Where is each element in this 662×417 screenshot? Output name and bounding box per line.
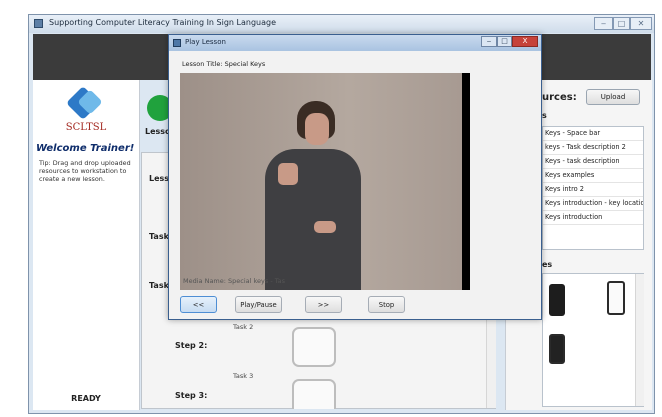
resources-title: urces: xyxy=(542,92,577,103)
step-2-label: Step 2: xyxy=(175,341,208,350)
lesson-list-item[interactable]: Keys intro 2 xyxy=(543,183,643,197)
dialog-maximize-button[interactable]: □ xyxy=(497,36,512,47)
lessons-section-label: s xyxy=(542,111,547,120)
media-name-caption: Media Name: Special keys - Tas xyxy=(183,277,286,285)
task-2-caption: Task 2 xyxy=(233,323,254,331)
step-2-drop-slot[interactable] xyxy=(292,327,336,367)
window-titlebar[interactable]: Supporting Computer Literacy Training In… xyxy=(29,15,654,33)
app-icon xyxy=(34,19,43,28)
devices-section-label: es xyxy=(542,260,553,269)
task-3-caption: Task 3 xyxy=(233,372,254,380)
video-frame xyxy=(180,73,462,290)
dialog-close-button[interactable]: X xyxy=(512,36,538,47)
dialog-minimize-button[interactable]: ‒ xyxy=(481,36,497,47)
task-label-2: Task xyxy=(149,281,169,290)
dialog-title: Play Lesson xyxy=(185,38,226,46)
dialog-titlebar[interactable]: Play Lesson ‒ □ X xyxy=(169,35,541,51)
video-player[interactable]: Media Name: Special keys - Tas xyxy=(180,73,470,290)
window-title: Supporting Computer Literacy Training In… xyxy=(49,18,277,27)
stop-button[interactable]: Stop xyxy=(368,296,405,313)
status-text: READY xyxy=(71,394,101,403)
minimize-button[interactable]: ‒ xyxy=(594,17,613,30)
lesson-list-item[interactable]: Keys - task description xyxy=(543,155,643,169)
logo-icon xyxy=(66,86,105,123)
forward-button[interactable]: >> xyxy=(305,296,342,313)
logo-text: SCLTSL xyxy=(65,122,107,133)
upload-button[interactable]: Upload xyxy=(586,89,640,105)
lesson-list-item[interactable]: Keys introduction - key location xyxy=(543,197,643,211)
sidebar: SCLTSL Welcome Trainer! Tip: Drag and dr… xyxy=(33,80,140,410)
step-3-label: Step 3: xyxy=(175,391,208,400)
device-phone-video[interactable] xyxy=(549,334,565,364)
lesson-list-item[interactable]: Keys examples xyxy=(543,169,643,183)
device-panel xyxy=(542,273,644,407)
close-button[interactable]: ✕ xyxy=(630,17,652,30)
lesson-list-item[interactable]: keys - Task description 2 xyxy=(543,141,643,155)
play-lesson-dialog: Play Lesson ‒ □ X Lesson Title: Special … xyxy=(168,34,542,320)
lesson-title: Lesson Title: Special Keys xyxy=(182,60,266,68)
device-scrollbar[interactable] xyxy=(635,274,644,406)
lesson-list-item[interactable]: Keys - Space bar xyxy=(543,127,643,141)
task-label-1: Task xyxy=(149,232,169,241)
maximize-button[interactable]: □ xyxy=(613,17,630,30)
device-phone-light[interactable] xyxy=(607,281,625,315)
welcome-heading: Welcome Trainer! xyxy=(36,143,135,154)
step-3-drop-slot[interactable] xyxy=(292,379,336,409)
device-phone-dark[interactable] xyxy=(549,284,565,316)
lesson-list: Keys - Space bar keys - Task description … xyxy=(542,126,644,250)
tip-text: Tip: Drag and drop uploaded resources to… xyxy=(39,159,131,183)
play-pause-button[interactable]: Play/Pause xyxy=(235,296,282,313)
rewind-button[interactable]: << xyxy=(180,296,217,313)
dialog-icon xyxy=(173,39,181,47)
lesson-list-item[interactable]: Keys introduction xyxy=(543,211,643,225)
